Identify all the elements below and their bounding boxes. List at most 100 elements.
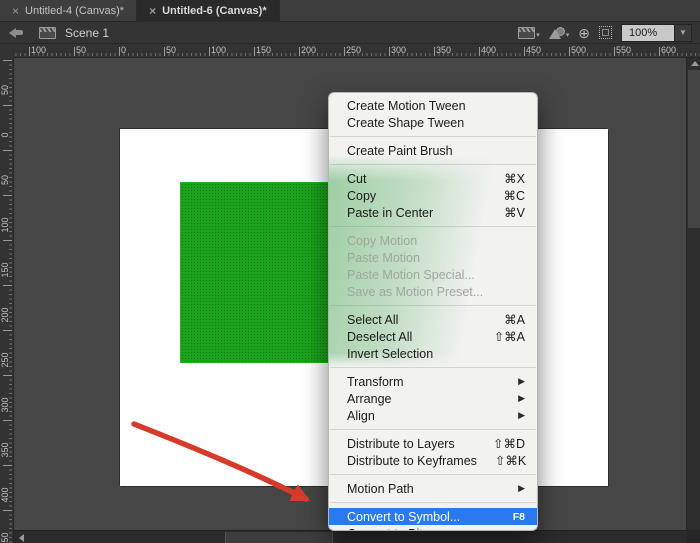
v-ruler-label: 450 [0, 526, 10, 543]
edit-symbols-icon [549, 26, 565, 39]
horizontal-scroll-thumb[interactable] [225, 532, 333, 543]
horizontal-ruler: 1005005010015020025030035040045050055060… [0, 44, 700, 58]
menu-separator [330, 136, 536, 137]
menu-item-deselect-all[interactable]: Deselect All⇧⌘A [329, 328, 537, 345]
menu-item-label: Motion Path [347, 482, 500, 496]
v-ruler-label: 50 [0, 166, 10, 194]
edit-symbols-button[interactable]: ▾ [549, 26, 570, 39]
menu-item-save-as-motion-preset: Save as Motion Preset... [329, 283, 537, 300]
menu-item-label: Invert Selection [347, 347, 525, 361]
h-ruler-label: 50 [166, 45, 176, 55]
menu-item-label: Select All [347, 313, 486, 327]
tab-label: Untitled-4 (Canvas)* [25, 5, 124, 17]
menu-item-label: Paste in Center [347, 206, 486, 220]
zoom-dropdown-arrow[interactable]: ▼ [674, 25, 691, 41]
back-button[interactable] [9, 28, 23, 38]
edit-scene-icon [518, 27, 535, 39]
menu-separator [330, 474, 536, 475]
v-ruler-label: 200 [0, 301, 10, 329]
menu-item-label: Cut [347, 172, 486, 186]
crosshair-icon[interactable]: ⊕ [578, 26, 590, 40]
menu-separator [330, 164, 536, 165]
vertical-scroll-thumb[interactable] [688, 70, 700, 228]
menu-separator [330, 226, 536, 227]
tab-label: Untitled-6 (Canvas)* [162, 5, 267, 17]
h-ruler-label: 350 [436, 45, 451, 55]
menu-item-paste-motion: Paste Motion [329, 249, 537, 266]
menu-item-create-motion-tween[interactable]: Create Motion Tween [329, 97, 537, 114]
h-ruler-label: 550 [616, 45, 631, 55]
menu-item-shortcut: ⇧⌘A [494, 329, 525, 344]
menu-item-shortcut: ⌘V [504, 205, 525, 220]
menu-item-motion-path[interactable]: Motion Path ▶ [329, 480, 537, 497]
menu-item-shortcut: F8 [513, 511, 525, 523]
animate-app-window: × Untitled-4 (Canvas)* × Untitled-6 (Canvas… [0, 0, 700, 543]
context-menu: Create Motion Tween Create Shape Tween Cre… [328, 92, 538, 531]
submenu-arrow-icon: ▶ [518, 483, 525, 494]
vertical-ruler: 50050100150200250300350400450 [0, 58, 14, 543]
v-ruler-label: 100 [0, 211, 10, 239]
menu-item-label: Create Motion Tween [347, 99, 525, 113]
scrollbar-corner [686, 530, 700, 543]
menu-item-label: Create Shape Tween [347, 116, 525, 130]
menu-item-shortcut: ⌘X [504, 171, 525, 186]
h-ruler-label: 500 [571, 45, 586, 55]
menu-item-label: Copy [347, 189, 485, 203]
menu-item-label: Convert to Bitmap [347, 527, 525, 532]
document-tab-bar: × Untitled-4 (Canvas)* × Untitled-6 (Canvas… [0, 0, 700, 22]
scene-breadcrumb: Scene 1 [65, 26, 109, 40]
h-ruler-label: 50 [76, 45, 86, 55]
menu-item-create-paint-brush[interactable]: Create Paint Brush [329, 142, 537, 159]
menu-item-shortcut: ⌘A [504, 312, 525, 327]
menu-item-distribute-to-keyframes[interactable]: Distribute to Keyframes⇧⌘K [329, 452, 537, 469]
menu-item-label: Distribute to Layers [347, 437, 475, 451]
menu-item-label: Transform [347, 375, 500, 389]
zoom-value[interactable]: 100% [622, 25, 674, 41]
zoom-control[interactable]: 100% ▼ [621, 24, 692, 42]
submenu-arrow-icon: ▶ [518, 393, 525, 404]
menu-separator [330, 305, 536, 306]
bitmap-frame-icon[interactable] [599, 26, 612, 39]
h-ruler-label: 100 [31, 45, 46, 55]
close-icon[interactable]: × [12, 5, 19, 17]
v-ruler-label: 50 [0, 76, 10, 104]
menu-item-convert-to-bitmap[interactable]: Convert to Bitmap [329, 525, 537, 531]
v-ruler-label: 150 [0, 256, 10, 284]
menu-item-paste-in-center[interactable]: Paste in Center ⌘V [329, 204, 537, 221]
edit-scene-button[interactable]: ▾ [518, 27, 540, 39]
h-ruler-label: 450 [526, 45, 541, 55]
h-ruler-label: 100 [211, 45, 226, 55]
menu-item-arrange[interactable]: Arrange ▶ [329, 390, 537, 407]
menu-item-copy[interactable]: Copy⌘C [329, 187, 537, 204]
menu-separator [330, 367, 536, 368]
horizontal-scrollbar[interactable] [14, 530, 686, 543]
menu-item-create-shape-tween[interactable]: Create Shape Tween [329, 114, 537, 131]
v-ruler-label: 400 [0, 481, 10, 509]
h-ruler-label: 600 [661, 45, 676, 55]
h-ruler-label: 200 [301, 45, 316, 55]
vertical-scrollbar[interactable] [686, 58, 700, 530]
ruler-corner [0, 44, 14, 58]
menu-item-align[interactable]: Align▶ [329, 407, 537, 424]
menu-item-label: Arrange [347, 392, 500, 406]
menu-item-cut[interactable]: Cut ⌘X [329, 170, 537, 187]
menu-item-invert-selection[interactable]: Invert Selection [329, 345, 537, 362]
tab-untitled-6-canvas[interactable]: × Untitled-6 (Canvas)* [137, 0, 280, 22]
h-ruler-label: 300 [391, 45, 406, 55]
menu-item-label: Convert to Symbol... [347, 510, 495, 524]
scroll-left-arrow-icon[interactable] [19, 534, 24, 542]
menu-item-distribute-to-layers[interactable]: Distribute to Layers ⇧⌘D [329, 435, 537, 452]
menu-separator [330, 429, 536, 430]
menu-item-select-all[interactable]: Select All ⌘A [329, 311, 537, 328]
tab-untitled-4-canvas[interactable]: × Untitled-4 (Canvas)* [0, 0, 137, 22]
menu-item-shortcut: ⇧⌘D [493, 436, 525, 451]
menu-item-label: Create Paint Brush [347, 144, 525, 158]
menu-item-shortcut: ⇧⌘K [495, 453, 526, 468]
menu-item-transform[interactable]: Transform▶ [329, 373, 537, 390]
scroll-up-arrow-icon[interactable] [691, 61, 699, 66]
v-ruler-label: 300 [0, 391, 10, 419]
menu-item-convert-to-symbol[interactable]: Convert to Symbol... F8 [329, 508, 537, 525]
v-ruler-label: 0 [0, 121, 10, 149]
h-ruler-label: 250 [346, 45, 361, 55]
close-icon[interactable]: × [149, 5, 156, 17]
